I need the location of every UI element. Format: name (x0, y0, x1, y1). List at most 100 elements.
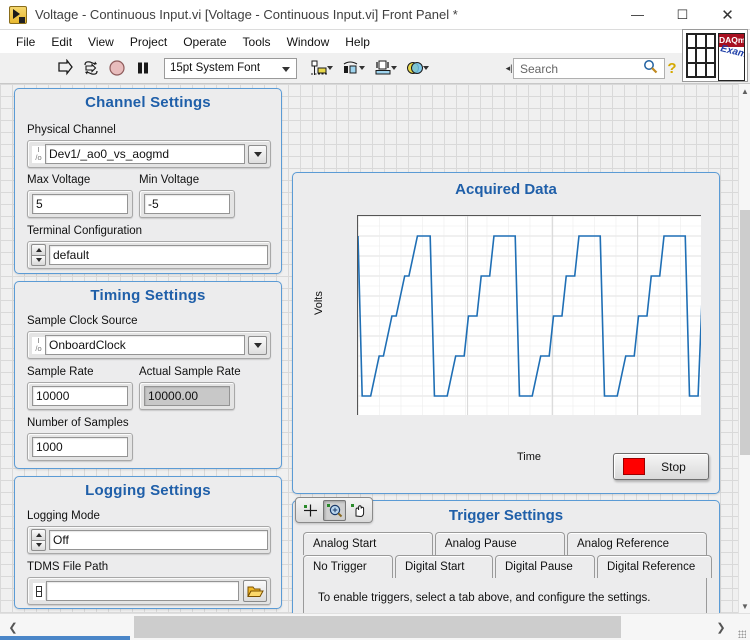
graph-title: Acquired Data (455, 181, 557, 198)
toolbar: 15pt System Font ◂| Search ? (0, 53, 750, 84)
vertical-scrollbar[interactable]: ▲ ▼ (738, 84, 750, 613)
vertical-scrollbar-thumb[interactable] (740, 210, 750, 455)
physical-channel-control[interactable]: I/o Dev1/_ao0_vs_aogmd (27, 140, 271, 168)
y-axis-tick-mark (357, 256, 358, 257)
y-axis-tick-mark (357, 296, 358, 297)
labview-vi-icon (9, 5, 27, 24)
min-voltage-value[interactable]: -5 (144, 194, 230, 214)
spinner-up-button[interactable] (31, 529, 46, 540)
zoom-tool-icon[interactable] (322, 499, 346, 521)
resize-grip[interactable] (734, 614, 750, 640)
tab-digital-pause[interactable]: Digital Pause (495, 555, 595, 578)
menu-project[interactable]: Project (122, 32, 175, 52)
sample-rate-control[interactable]: 10000 (27, 382, 133, 410)
max-voltage-value[interactable]: 5 (32, 194, 128, 214)
reorder-objects-icon[interactable] (400, 57, 430, 79)
y-axis-tick-mark (357, 236, 358, 237)
y-axis-tick-mark (357, 316, 358, 317)
tdms-file-path-control[interactable] (27, 577, 271, 605)
graph-y-axis-label: Volts (313, 291, 325, 315)
run-arrow-icon[interactable] (54, 57, 76, 79)
max-voltage-label: Max Voltage (27, 174, 91, 186)
terminal-configuration-value[interactable]: default (49, 245, 268, 265)
logging-mode-value[interactable]: Off (49, 530, 268, 550)
number-of-samples-value[interactable]: 1000 (32, 437, 128, 457)
menubar: File Edit View Project Operate Tools Win… (0, 30, 750, 53)
tab-analog-pause[interactable]: Analog Pause (435, 532, 565, 555)
window-title: Voltage - Continuous Input.vi [Voltage -… (35, 7, 458, 22)
folder-icon[interactable] (243, 580, 267, 602)
spinner-up-button[interactable] (31, 244, 46, 255)
run-continuously-icon[interactable] (80, 57, 102, 79)
trigger-body-line-1: To enable triggers, select a tab above, … (318, 592, 651, 604)
distribute-objects-icon[interactable] (336, 57, 366, 79)
chevron-down-icon (253, 342, 262, 348)
maximize-button[interactable]: ☐ (660, 0, 705, 30)
resize-objects-icon[interactable] (368, 57, 398, 79)
chevron-down-icon (391, 66, 397, 70)
terminal-configuration-spinner[interactable] (31, 244, 46, 266)
tab-analog-reference[interactable]: Analog Reference (567, 532, 707, 555)
tdms-file-path-value[interactable] (46, 581, 239, 601)
physical-channel-value[interactable]: Dev1/_ao0_vs_aogmd (45, 144, 245, 164)
sample-clock-source-value[interactable]: OnboardClock (45, 335, 245, 355)
menu-operate[interactable]: Operate (175, 32, 234, 52)
trigger-settings-group: Trigger Settings Analog Start Analog Pau… (292, 497, 720, 613)
menu-window[interactable]: Window (279, 32, 338, 52)
close-button[interactable]: ✕ (705, 0, 750, 30)
menu-file[interactable]: File (8, 32, 43, 52)
menu-help[interactable]: Help (337, 32, 378, 52)
plot-area[interactable]: 4.543.532.521.510.50-0.5 0.0497110.0510.… (357, 215, 701, 415)
sample-rate-value[interactable]: 10000 (32, 386, 128, 406)
stop-button[interactable]: Stop (613, 453, 709, 480)
abort-execution-icon[interactable] (106, 57, 128, 79)
spinner-down-button[interactable] (31, 254, 46, 266)
y-axis-tick-mark (357, 276, 358, 277)
horizontal-scrollbar-thumb[interactable] (134, 615, 621, 638)
logging-mode-control[interactable]: Off (27, 526, 271, 554)
pan-tool-icon[interactable] (347, 500, 370, 521)
minimize-button[interactable]: — (615, 0, 660, 30)
sample-clock-source-control[interactable]: I/o OnboardClock (27, 331, 271, 359)
number-of-samples-control[interactable]: 1000 (27, 433, 133, 461)
tab-digital-reference[interactable]: Digital Reference (597, 555, 712, 578)
sample-clock-source-dropdown-button[interactable] (248, 335, 267, 355)
menu-tools[interactable]: Tools (235, 32, 279, 52)
font-selector-label: 15pt System Font (170, 62, 261, 74)
menu-view[interactable]: View (80, 32, 122, 52)
daqmx-example-logo: DAQmx Example (682, 29, 748, 82)
actual-sample-rate-indicator: 10000.00 (139, 382, 235, 410)
sample-rate-label: Sample Rate (27, 366, 94, 378)
y-axis-tick-mark (357, 376, 358, 377)
tab-digital-start[interactable]: Digital Start (395, 555, 493, 578)
tab-analog-start[interactable]: Analog Start (303, 532, 433, 555)
physical-channel-dropdown-button[interactable] (248, 144, 267, 164)
min-voltage-control[interactable]: -5 (139, 190, 235, 218)
toolbar-overflow-handle[interactable]: ◂| (505, 61, 513, 76)
taskbar-accent-strip (0, 636, 130, 640)
align-objects-icon[interactable] (304, 57, 334, 79)
tab-no-trigger[interactable]: No Trigger (303, 555, 393, 578)
scroll-down-icon[interactable]: ▼ (739, 599, 750, 613)
timing-settings-group: Timing Settings Sample Clock Source I/o … (14, 281, 282, 469)
y-axis-tick-mark (357, 336, 358, 337)
magnifier-icon[interactable] (643, 59, 658, 79)
pause-icon[interactable] (132, 57, 154, 79)
logging-mode-spinner[interactable] (31, 529, 46, 551)
search-placeholder: Search (520, 61, 559, 76)
terminal-configuration-control[interactable]: default (27, 241, 271, 269)
font-selector[interactable]: 15pt System Font (164, 57, 297, 79)
window-titlebar: Voltage - Continuous Input.vi [Voltage -… (0, 0, 750, 30)
max-voltage-control[interactable]: 5 (27, 190, 133, 218)
logging-settings-title: Logging Settings (85, 482, 211, 499)
cursor-tool-icon[interactable] (299, 500, 322, 521)
scroll-up-icon[interactable]: ▲ (739, 84, 750, 98)
scroll-right-icon[interactable]: ❯ (708, 614, 734, 640)
context-help-icon[interactable]: ? (662, 58, 682, 79)
spinner-down-button[interactable] (31, 539, 46, 551)
io-channel-icon: I/o (32, 145, 45, 163)
stop-button-label: Stop (661, 459, 686, 474)
menu-edit[interactable]: Edit (43, 32, 80, 52)
search-input[interactable]: Search (513, 58, 665, 79)
physical-channel-label: Physical Channel (27, 124, 116, 136)
